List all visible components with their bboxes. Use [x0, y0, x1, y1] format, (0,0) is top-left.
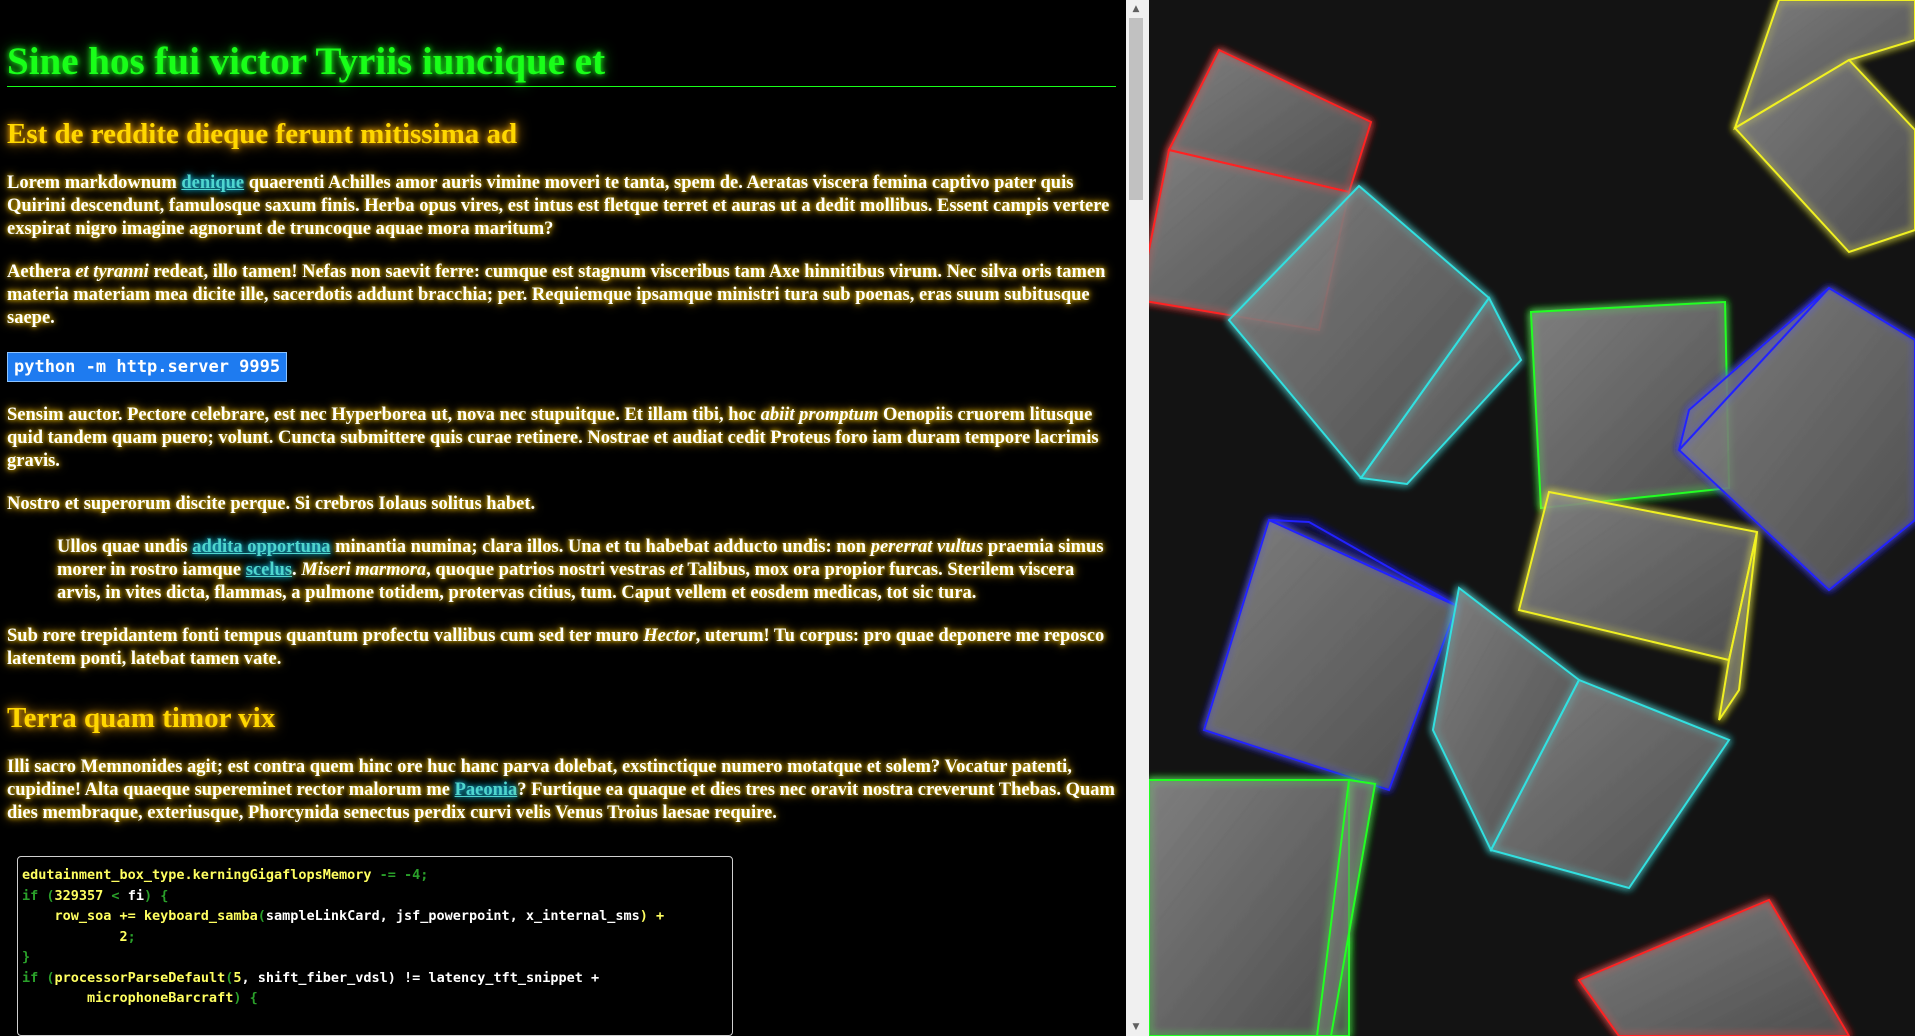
blockquote: Ullos quae undis addita opportuna minant… — [57, 536, 1116, 605]
command-snippet: python -m http.server 9995 — [7, 352, 288, 382]
link-scelus[interactable]: scelus — [246, 560, 292, 580]
cubes-canvas — [1149, 0, 1915, 1036]
yellow-cube-top — [1733, 0, 1915, 254]
code-line: edutainment_box_type.kerningGigaflopsMem… — [22, 867, 429, 883]
green-cube-bottom — [1149, 778, 1377, 1036]
code-line: 2; — [22, 928, 136, 945]
code-line: if (329357 < fi) { — [22, 887, 169, 904]
paragraph: Sensim auctor. Pectore celebrare, est ne… — [7, 405, 1099, 471]
cubes-scene — [1149, 0, 1915, 1036]
paragraph: Aethera et tyranni redeat, illo tamen! N… — [7, 262, 1106, 328]
scrollbar-thumb[interactable] — [1129, 18, 1143, 200]
link-denique[interactable]: denique — [181, 173, 244, 193]
paragraph: Illi sacro Memnonides agit; est contra q… — [7, 757, 1115, 823]
section-heading: Terra quam timor vix — [7, 702, 276, 734]
code-line: row_soa += keyboard_samba(sampleLinkCard… — [22, 908, 665, 924]
scroll-up-arrow-icon[interactable]: ▲ — [1126, 0, 1146, 18]
code-line: microphoneBarcraft) { — [22, 990, 258, 1006]
blue-cube-left — [1202, 518, 1459, 792]
vertical-scrollbar[interactable]: ▲ ▼ — [1126, 0, 1146, 1036]
paragraph: Lorem markdownum denique quaerenti Achil… — [7, 173, 1110, 239]
scroll-down-arrow-icon[interactable]: ▼ — [1126, 1018, 1146, 1036]
red-cube-bottom — [1577, 898, 1851, 1036]
paragraph: Nostro et superorum discite perque. Si c… — [7, 494, 536, 514]
paragraph: Sub rore trepidantem fonti tempus quantu… — [7, 626, 1105, 669]
code-line: } — [22, 949, 31, 965]
article-pane: Sine hos fui victor Tyriis iuncique et E… — [0, 0, 1126, 1036]
page-title: Sine hos fui victor Tyriis iuncique et — [7, 38, 1116, 87]
code-line: if (processorParseDefault(5, shift_fiber… — [22, 969, 600, 986]
section-heading: Est de reddite dieque ferunt mitissima a… — [7, 118, 518, 150]
link-paeonia[interactable]: Paeonia — [455, 780, 518, 800]
code-block: edutainment_box_type.kerningGigaflopsMem… — [17, 856, 733, 1036]
link-addita-opportuna[interactable]: addita opportuna — [192, 537, 330, 557]
quote-text: Ullos quae undis addita opportuna minant… — [57, 537, 1104, 603]
